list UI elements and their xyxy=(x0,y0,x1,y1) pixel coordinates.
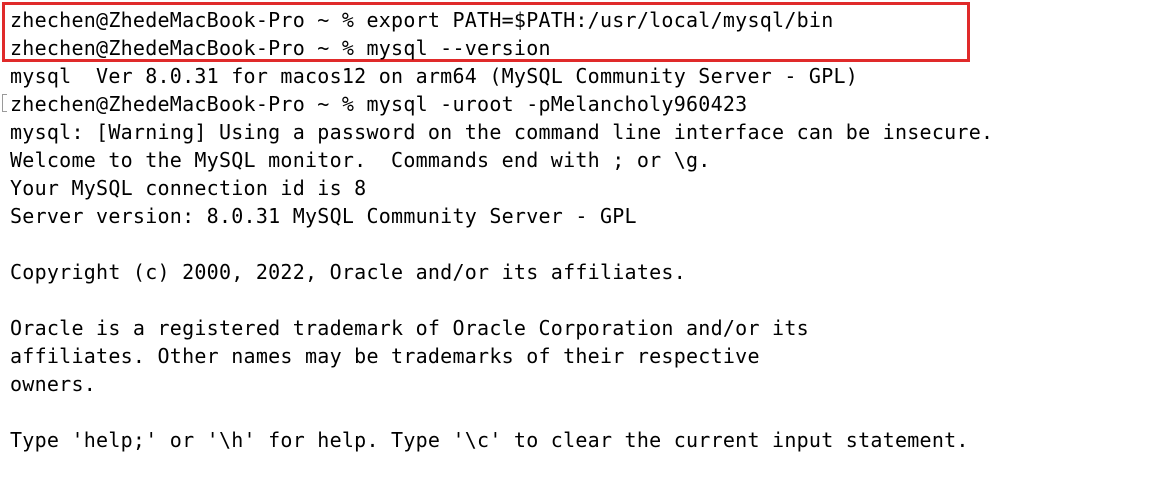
output-line-version: mysql Ver 8.0.31 for macos12 on arm64 (M… xyxy=(10,64,859,88)
output-line-copyright: Copyright (c) 2000, 2022, Oracle and/or … xyxy=(10,260,687,284)
command-line-mysql-version: zhechen@ZhedeMacBook-Pro ~ % mysql --ver… xyxy=(10,36,551,60)
mark-bracket xyxy=(2,94,7,112)
command-line-export-path: zhechen@ZhedeMacBook-Pro ~ % export PATH… xyxy=(10,8,834,32)
output-line-connection-id: Your MySQL connection id is 8 xyxy=(10,176,367,200)
terminal-output[interactable]: zhechen@ZhedeMacBook-Pro ~ % export PATH… xyxy=(10,6,1160,454)
command-line-mysql-login: zhechen@ZhedeMacBook-Pro ~ % mysql -uroo… xyxy=(10,92,748,116)
output-line-trademark-3: owners. xyxy=(10,372,97,396)
output-line-trademark-1: Oracle is a registered trademark of Orac… xyxy=(10,316,809,340)
output-line-welcome: Welcome to the MySQL monitor. Commands e… xyxy=(10,148,711,172)
output-line-help: Type 'help;' or '\h' for help. Type '\c'… xyxy=(10,428,969,452)
output-line-trademark-2: affiliates. Other names may be trademark… xyxy=(10,344,760,368)
output-line-warning: mysql: [Warning] Using a password on the… xyxy=(10,120,994,144)
output-line-server-version: Server version: 8.0.31 MySQL Community S… xyxy=(10,204,637,228)
